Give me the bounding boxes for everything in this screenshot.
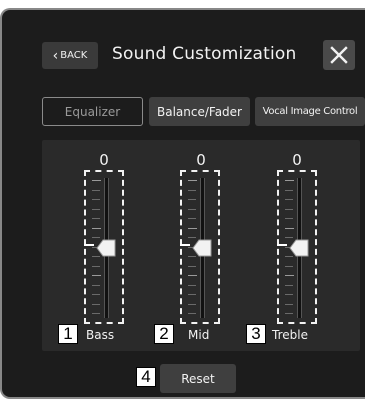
callout-1: 1 [58, 324, 78, 344]
slider-tick [188, 284, 196, 286]
slider-tick [92, 218, 100, 219]
slider-tick [92, 303, 100, 305]
slider-tick [92, 265, 100, 267]
slider-tick [188, 208, 196, 210]
treble-center-mark [277, 244, 287, 246]
mid-center-mark [180, 244, 190, 246]
slider-tick [92, 189, 100, 191]
slider-tick [285, 218, 293, 219]
slider-tick [285, 265, 293, 267]
slider-tick [188, 265, 196, 267]
slider-tick [92, 237, 100, 238]
mid-value: 0 [196, 151, 206, 169]
slider-tick [285, 284, 293, 286]
slider-tick [285, 313, 293, 314]
bass-slider[interactable] [84, 170, 124, 324]
slider-tick [92, 275, 101, 276]
treble-slider[interactable] [277, 170, 317, 324]
reset-label: Reset [181, 371, 215, 386]
slider-tick [92, 180, 101, 181]
slider-tick [188, 294, 196, 295]
tab-equalizer-label: Equalizer [64, 104, 121, 119]
reset-button[interactable]: Reset [160, 364, 236, 393]
slider-tick [285, 294, 293, 295]
bass-slider-knob[interactable] [96, 239, 116, 257]
slider-tick [92, 284, 100, 286]
page-title: Sound Customization [112, 44, 297, 64]
slider-tick [285, 199, 293, 200]
callout-4: 4 [136, 367, 156, 387]
chevron-left-icon: ‹ [52, 47, 59, 64]
slider-tick [92, 313, 100, 314]
treble-slider-knob[interactable] [289, 239, 309, 257]
slider-tick [188, 313, 196, 314]
callout-2: 2 [154, 324, 174, 344]
tab-balance-fader-label: Balance/Fader [157, 104, 242, 119]
slider-tick [285, 208, 293, 210]
back-button[interactable]: ‹ BACK [42, 42, 98, 69]
tab-vocal-image-control[interactable]: Vocal Image Control [255, 97, 365, 126]
sound-customization-screen: ‹ BACK Sound Customization Equalizer Bal… [0, 8, 365, 399]
slider-tick [92, 208, 100, 210]
slider-tick [92, 199, 100, 200]
slider-tick [188, 218, 196, 219]
slider-tick [285, 303, 293, 305]
slider-tick [188, 237, 196, 238]
mid-label: Mid [188, 328, 210, 342]
slider-tick [285, 227, 294, 229]
treble-label: Treble [272, 328, 308, 342]
slider-tick [285, 189, 293, 191]
bass-label: Bass [86, 328, 115, 342]
slider-tick [285, 275, 294, 276]
slider-tick [188, 303, 196, 305]
slider-tick [188, 199, 196, 200]
close-icon [330, 46, 348, 64]
treble-value: 0 [292, 151, 302, 169]
back-label: BACK [60, 50, 88, 61]
slider-tick [285, 180, 294, 181]
tab-balance-fader[interactable]: Balance/Fader [149, 97, 250, 126]
slider-tick [188, 227, 197, 229]
slider-tick [285, 237, 293, 238]
slider-tick [92, 294, 100, 295]
mid-slider[interactable] [180, 170, 220, 324]
slider-tick [188, 189, 196, 191]
slider-tick [92, 227, 101, 229]
bass-center-mark [84, 244, 94, 246]
close-button[interactable] [323, 40, 355, 70]
callout-3: 3 [246, 324, 266, 344]
tab-equalizer[interactable]: Equalizer [42, 97, 143, 126]
bass-value: 0 [99, 151, 109, 169]
mid-slider-knob[interactable] [192, 239, 212, 257]
tab-vocal-image-control-label: Vocal Image Control [262, 106, 358, 117]
slider-tick [188, 180, 197, 181]
slider-tick [188, 275, 197, 276]
